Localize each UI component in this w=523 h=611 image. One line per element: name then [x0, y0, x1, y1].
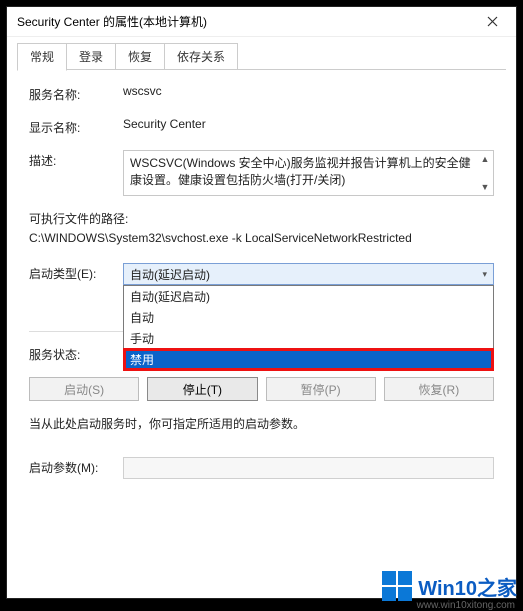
scroll-down-icon[interactable]: ▼	[477, 179, 493, 195]
properties-dialog: Security Center 的属性(本地计算机) 常规 登录 恢复 依存关系…	[6, 6, 517, 599]
tab-general[interactable]: 常规	[17, 43, 67, 71]
option-auto-delayed[interactable]: 自动(延迟启动)	[124, 286, 493, 307]
service-name-row: 服务名称: wscsvc	[29, 84, 494, 103]
display-name-value: Security Center	[123, 117, 494, 131]
startup-type-row: 启动类型(E): 自动(延迟启动) ▾ 自动(延迟启动) 自动 手动 禁用	[29, 263, 494, 285]
pause-button: 暂停(P)	[266, 377, 376, 401]
start-params-input	[123, 457, 494, 479]
start-params-hint: 当从此处启动服务时，你可指定所适用的启动参数。	[29, 415, 494, 433]
tab-logon[interactable]: 登录	[66, 43, 116, 70]
startup-type-dropdown: 自动(延迟启动) 自动 手动 禁用	[123, 285, 494, 371]
status-label: 服务状态:	[29, 344, 123, 363]
window-title: Security Center 的属性(本地计算机)	[17, 13, 472, 30]
startup-type-selected: 自动(延迟启动)	[130, 266, 210, 283]
exe-path-label: 可执行文件的路径:	[29, 210, 494, 227]
description-textbox[interactable]: WSCSVC(Windows 安全中心)服务监视并报告计算机上的安全健康设置。健…	[123, 150, 494, 196]
titlebar: Security Center 的属性(本地计算机)	[7, 7, 516, 37]
start-params-row: 启动参数(M):	[29, 457, 494, 479]
exe-path-value: C:\WINDOWS\System32\svchost.exe -k Local…	[29, 231, 494, 245]
option-disabled[interactable]: 禁用	[124, 349, 493, 370]
exe-path-block: 可执行文件的路径: C:\WINDOWS\System32\svchost.ex…	[29, 210, 494, 245]
start-params-label: 启动参数(M):	[29, 457, 123, 476]
display-name-label: 显示名称:	[29, 117, 123, 136]
start-button: 启动(S)	[29, 377, 139, 401]
display-name-row: 显示名称: Security Center	[29, 117, 494, 136]
service-buttons: 启动(S) 停止(T) 暂停(P) 恢复(R)	[29, 377, 494, 401]
tab-recovery[interactable]: 恢复	[115, 43, 165, 70]
close-button[interactable]	[472, 8, 512, 36]
tab-content: 服务名称: wscsvc 显示名称: Security Center 描述: W…	[7, 70, 516, 598]
close-icon	[487, 16, 498, 27]
stop-button[interactable]: 停止(T)	[147, 377, 257, 401]
service-name-label: 服务名称:	[29, 84, 123, 103]
description-text: WSCSVC(Windows 安全中心)服务监视并报告计算机上的安全健康设置。健…	[130, 156, 471, 187]
option-manual[interactable]: 手动	[124, 328, 493, 349]
service-name-value: wscsvc	[123, 84, 494, 98]
startup-type-select[interactable]: 自动(延迟启动) ▾	[123, 263, 494, 285]
description-label: 描述:	[29, 150, 123, 169]
tab-strip: 常规 登录 恢复 依存关系	[7, 37, 516, 70]
watermark-url: www.win10xitong.com	[417, 600, 515, 611]
description-row: 描述: WSCSVC(Windows 安全中心)服务监视并报告计算机上的安全健康…	[29, 150, 494, 196]
resume-button: 恢复(R)	[384, 377, 494, 401]
tab-dependencies[interactable]: 依存关系	[164, 43, 238, 70]
chevron-down-icon: ▾	[482, 269, 487, 280]
scroll-up-icon[interactable]: ▲	[477, 151, 493, 167]
startup-type-label: 启动类型(E):	[29, 263, 123, 282]
option-auto[interactable]: 自动	[124, 307, 493, 328]
